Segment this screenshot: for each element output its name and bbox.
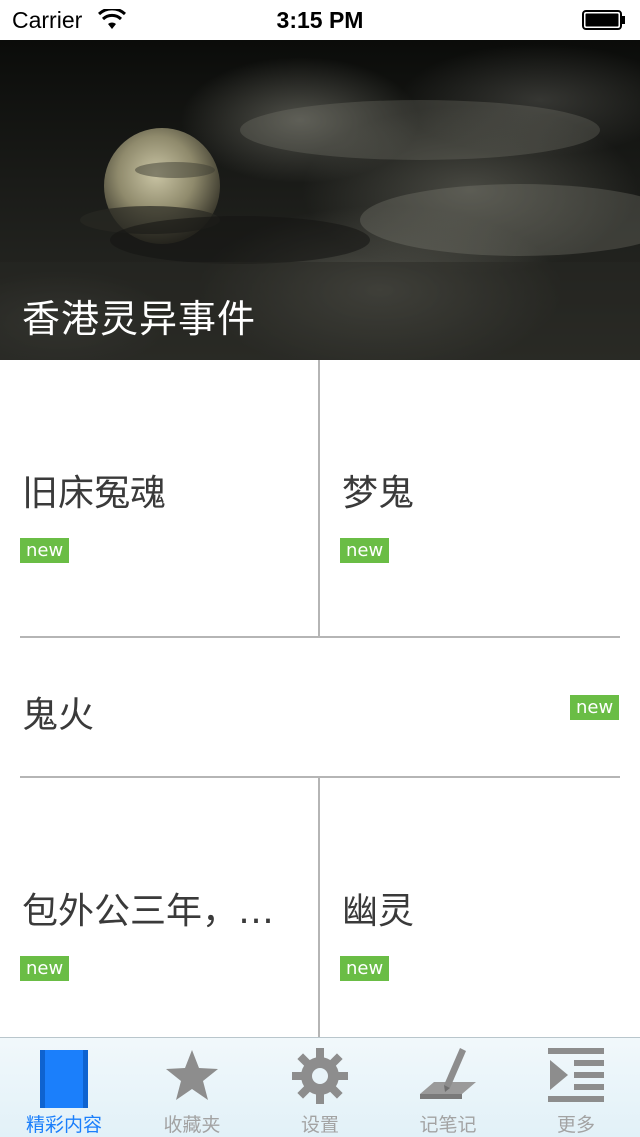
- new-badge: new: [340, 538, 390, 563]
- grid-item-title: 幽灵: [342, 891, 415, 932]
- grid-item-3[interactable]: 鬼火 new: [0, 638, 640, 776]
- list-icon: [548, 1048, 604, 1102]
- tab-label: 精彩内容: [25, 1114, 102, 1136]
- tab-label: 收藏夹: [163, 1114, 221, 1136]
- tab-label: 记笔记: [419, 1114, 477, 1136]
- tab-settings[interactable]: 设置: [256, 1038, 384, 1137]
- clock-label: 3:15 PM: [276, 7, 364, 33]
- grid-item-title: 旧床冤魂: [22, 473, 167, 514]
- new-badge: new: [570, 695, 620, 720]
- tab-featured[interactable]: 精彩内容: [0, 1038, 128, 1137]
- status-bar: Carrier 3:15 PM: [0, 0, 640, 40]
- tab-notes[interactable]: 记笔记: [384, 1038, 512, 1137]
- grid-item-5[interactable]: 幽灵 new: [320, 778, 640, 1037]
- gear-icon: [292, 1048, 348, 1104]
- grid-divider: [318, 360, 320, 636]
- grid-divider: [20, 776, 620, 778]
- grid-item-title: 包外公三年，…: [22, 891, 275, 932]
- book-icon: [40, 1050, 88, 1108]
- hero-title: 香港灵异事件: [22, 297, 257, 341]
- new-badge: new: [340, 956, 390, 981]
- hero-banner[interactable]: 香港灵异事件: [0, 40, 640, 360]
- tab-favorites[interactable]: 收藏夹: [128, 1038, 256, 1137]
- star-icon: [166, 1050, 218, 1100]
- grid-item-4[interactable]: 包外公三年，… new: [0, 778, 318, 1037]
- grid-divider: [20, 636, 620, 638]
- new-badge: new: [20, 538, 70, 563]
- grid-item-1[interactable]: 旧床冤魂 new: [0, 360, 318, 636]
- tab-label: 设置: [300, 1114, 339, 1136]
- pen-icon: [420, 1048, 476, 1099]
- grid-divider: [318, 778, 320, 1037]
- grid-item-title: 梦鬼: [342, 473, 415, 514]
- tab-bar: 精彩内容 收藏夹 设置 记笔记 更多: [0, 1037, 640, 1137]
- tab-label: 更多: [556, 1114, 595, 1136]
- grid-item-2[interactable]: 梦鬼 new: [320, 360, 640, 636]
- battery-icon: [582, 10, 625, 30]
- new-badge: new: [20, 956, 70, 981]
- tab-more[interactable]: 更多: [512, 1038, 640, 1137]
- grid-item-title: 鬼火: [22, 695, 95, 736]
